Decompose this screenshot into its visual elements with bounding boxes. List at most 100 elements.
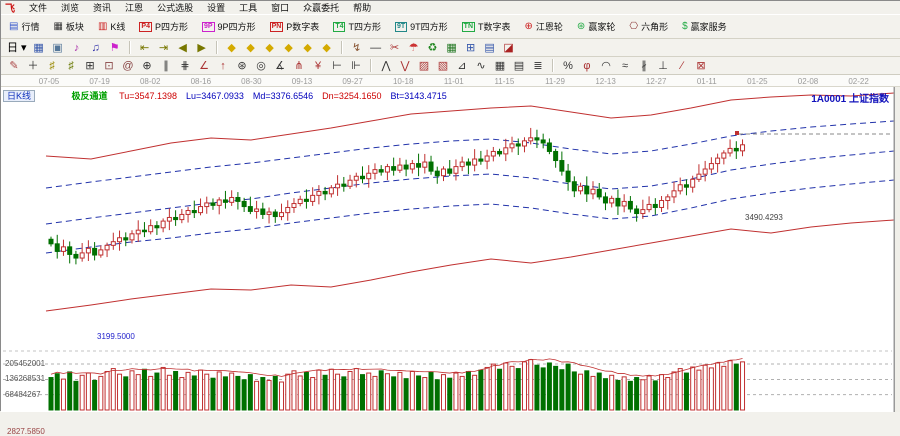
channel-icon[interactable]: ∦ bbox=[637, 60, 651, 72]
chart-right-border bbox=[894, 87, 900, 412]
cursor-mode-icon[interactable]: ↯ bbox=[350, 42, 364, 54]
golden-ratio-icon[interactable]: φ bbox=[580, 60, 594, 72]
compress-vertical-icon[interactable]: ◆ bbox=[301, 42, 315, 54]
kline-button[interactable]: ▥K线 bbox=[94, 17, 129, 36]
crosshair-icon[interactable]: ＋ bbox=[26, 60, 40, 72]
exit-icon[interactable]: ◪ bbox=[502, 42, 516, 54]
zoom-out-icon[interactable]: ◆ bbox=[263, 42, 277, 54]
gann-wheel-button[interactable]: ⊕江恩轮 bbox=[521, 17, 567, 36]
menu-item-江恩[interactable]: 江恩 bbox=[125, 1, 143, 14]
zoom-in-icon[interactable]: ◆ bbox=[282, 42, 296, 54]
circle-rings-icon[interactable]: ⊕ bbox=[140, 60, 154, 72]
arrow-tool-icon[interactable]: ↑ bbox=[216, 60, 230, 72]
fib-levels-icon[interactable]: ≣ bbox=[531, 60, 545, 72]
sectors-button[interactable]: ▦板块 bbox=[49, 17, 87, 36]
menu-item-工具[interactable]: 工具 bbox=[239, 1, 257, 14]
flag-icon[interactable]: ⚑ bbox=[108, 42, 122, 54]
p-square-button[interactable]: P4P四方形 bbox=[135, 17, 192, 36]
band-icon[interactable]: ≈ bbox=[618, 60, 632, 72]
sectors-icon: ▦ bbox=[53, 22, 62, 32]
t-number-table-icon: TN bbox=[462, 22, 475, 32]
delete-draw-icon[interactable]: ⊠ bbox=[694, 60, 708, 72]
quotes-button[interactable]: ▤行情 bbox=[5, 17, 43, 36]
t-number-table-button[interactable]: TNT数字表 bbox=[458, 17, 515, 36]
next-bar-icon[interactable]: ▶ bbox=[195, 42, 209, 54]
gann-wheel-icon: ⊕ bbox=[525, 22, 533, 32]
prev-bar-icon[interactable]: ◀ bbox=[176, 42, 190, 54]
toolbar-separator bbox=[552, 59, 554, 72]
winner-wheel-button[interactable]: ⊛赢家轮 bbox=[573, 17, 619, 36]
percent-icon[interactable]: % bbox=[561, 60, 575, 72]
gann-box-icon[interactable]: ⊞ bbox=[83, 60, 97, 72]
zigzag-icon[interactable]: ⋁ bbox=[398, 60, 412, 72]
toolbar-label: P四方形 bbox=[155, 20, 188, 33]
expand-horizontal-icon[interactable]: ◆ bbox=[244, 42, 258, 54]
grid-dense-icon[interactable]: ⋕ bbox=[178, 60, 192, 72]
extend-line-icon[interactable]: ∕ bbox=[675, 60, 689, 72]
menu-item-文件[interactable]: 文件 bbox=[29, 1, 47, 14]
menu-item-众赢委托[interactable]: 众赢委托 bbox=[303, 1, 339, 14]
t-square-button[interactable]: T4T四方形 bbox=[329, 17, 385, 36]
angle-icon[interactable]: ∡ bbox=[273, 60, 287, 72]
chart-area[interactable]: 日K线 极反通道 Tu=3547.1398Lu=3467.0933Md=3376… bbox=[1, 87, 900, 412]
hexagon-button[interactable]: ⎔六角形 bbox=[625, 17, 672, 36]
measure-icon[interactable]: ⊢ bbox=[330, 60, 344, 72]
slope-icon[interactable]: ⊿ bbox=[455, 60, 469, 72]
gann-grid-small-icon[interactable]: ♯ bbox=[45, 60, 59, 72]
ninet-square-button[interactable]: 9T9T四方形 bbox=[391, 17, 452, 36]
kline-icon: ▥ bbox=[98, 22, 107, 32]
last-bar-icon[interactable]: ⇥ bbox=[157, 42, 171, 54]
toolbar-label: 9T四方形 bbox=[410, 20, 448, 33]
list-icon[interactable]: ▤ bbox=[512, 60, 526, 72]
price-label-icon[interactable]: ¥ bbox=[311, 60, 325, 72]
ruler-icon[interactable]: ⊩ bbox=[349, 60, 363, 72]
scissors-icon[interactable]: ✂ bbox=[388, 42, 402, 54]
winner-service-button[interactable]: $赢家服务 bbox=[678, 17, 731, 36]
menu-item-帮助[interactable]: 帮助 bbox=[353, 1, 371, 14]
note-icon[interactable]: ♪ bbox=[70, 42, 84, 54]
grid-table-icon[interactable]: ▦ bbox=[493, 60, 507, 72]
menu-item-设置[interactable]: 设置 bbox=[207, 1, 225, 14]
window-layout-icon[interactable]: ▦ bbox=[32, 42, 46, 54]
calendar-icon[interactable]: ▦ bbox=[445, 42, 459, 54]
gann-grid-large-icon[interactable]: ♯ bbox=[64, 60, 78, 72]
toolbar-label: 赢家服务 bbox=[691, 20, 727, 33]
menu-item-资讯[interactable]: 资讯 bbox=[93, 1, 111, 14]
fan-lines-icon[interactable]: ∠ bbox=[197, 60, 211, 72]
trendline-icon[interactable]: — bbox=[369, 42, 383, 54]
parallel-lines-icon[interactable]: ∥ bbox=[159, 60, 173, 72]
calculator-icon[interactable]: ⊞ bbox=[464, 42, 478, 54]
melody-icon[interactable]: ♫ bbox=[89, 42, 103, 54]
period-selector[interactable]: 日 ▾ bbox=[7, 42, 27, 54]
indicator-value: Lu=3467.0933 bbox=[186, 91, 244, 101]
menu-item-窗口[interactable]: 窗口 bbox=[271, 1, 289, 14]
gann-square-icon[interactable]: ⊡ bbox=[102, 60, 116, 72]
report-icon[interactable]: ▤ bbox=[483, 42, 497, 54]
umbrella-icon[interactable]: ☂ bbox=[407, 42, 421, 54]
wave-count-icon[interactable]: ⋀ bbox=[379, 60, 393, 72]
regression-icon[interactable]: ⊥ bbox=[656, 60, 670, 72]
spiral-icon[interactable]: @ bbox=[121, 60, 135, 72]
pencil-icon[interactable]: ✎ bbox=[7, 60, 21, 72]
compress-horizontal-icon[interactable]: ◆ bbox=[225, 42, 239, 54]
target-icon[interactable]: ◎ bbox=[254, 60, 268, 72]
recycle-icon[interactable]: ♻ bbox=[426, 42, 440, 54]
select-zone-icon[interactable]: ▧ bbox=[436, 60, 450, 72]
wave-icon[interactable]: ∿ bbox=[474, 60, 488, 72]
expand-vertical-icon[interactable]: ◆ bbox=[320, 42, 334, 54]
first-bar-icon[interactable]: ⇤ bbox=[138, 42, 152, 54]
indicator-name: 极反通道 bbox=[72, 91, 108, 101]
circle-arc-icon[interactable]: ◠ bbox=[599, 60, 613, 72]
menu-item-公式选股[interactable]: 公式选股 bbox=[157, 1, 193, 14]
period-tab[interactable]: 日K线 bbox=[3, 90, 35, 102]
ninep-square-icon: 9P bbox=[202, 22, 215, 32]
price-volume-chart[interactable] bbox=[1, 87, 900, 412]
cycle-circle-icon[interactable]: ⊛ bbox=[235, 60, 249, 72]
pitchfork-icon[interactable]: ⋔ bbox=[292, 60, 306, 72]
rect-zone-icon[interactable]: ▨ bbox=[417, 60, 431, 72]
winner-wheel-icon: ⊛ bbox=[577, 22, 585, 32]
save-screen-icon[interactable]: ▣ bbox=[51, 42, 65, 54]
p-number-table-button[interactable]: PNP数字表 bbox=[266, 17, 324, 36]
menu-item-浏览[interactable]: 浏览 bbox=[61, 1, 79, 14]
ninep-square-button[interactable]: 9P9P四方形 bbox=[198, 17, 260, 36]
